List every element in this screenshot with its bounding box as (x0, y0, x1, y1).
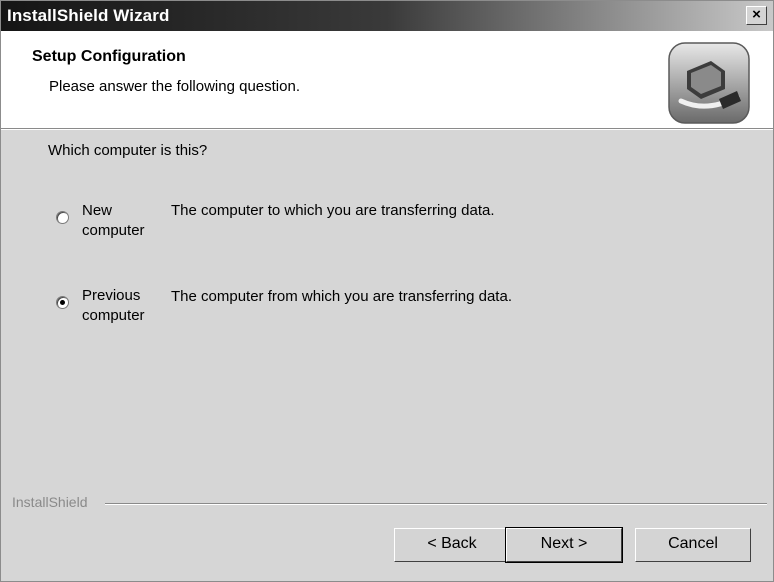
previous-computer-description: The computer from which you are transfer… (171, 288, 512, 305)
new-computer-radio[interactable] (56, 211, 69, 224)
footer-divider-highlight (105, 504, 767, 505)
back-button[interactable]: < Back (394, 528, 510, 562)
radio-selected-dot (60, 300, 65, 305)
new-computer-description: The computer to which you are transferri… (171, 202, 495, 219)
close-icon: × (752, 6, 761, 23)
question-label: Which computer is this? (48, 142, 208, 159)
new-computer-label[interactable]: New computer (82, 201, 162, 241)
page-title: Setup Configuration (32, 48, 186, 65)
computer-transfer-icon (668, 42, 750, 124)
previous-computer-radio[interactable] (56, 296, 69, 309)
previous-computer-label-line1: Previous (82, 287, 141, 304)
title-bar[interactable]: InstallShield Wizard × (1, 1, 773, 31)
window-title: InstallShield Wizard (7, 6, 170, 25)
new-computer-label-line2: computer (82, 222, 145, 239)
previous-computer-label-line2: computer (82, 307, 145, 324)
installshield-group-label: InstallShield (12, 494, 88, 510)
cancel-button[interactable]: Cancel (635, 528, 751, 562)
page-subtitle: Please answer the following question. (49, 78, 300, 95)
installshield-wizard-window: InstallShield Wizard × Setup Configurati… (0, 0, 774, 582)
new-computer-label-line1: New (82, 202, 113, 219)
header-divider-highlight (1, 129, 773, 130)
close-button[interactable]: × (746, 6, 767, 25)
next-button[interactable]: Next > (505, 527, 623, 563)
previous-computer-label[interactable]: Previous computer (82, 286, 162, 326)
